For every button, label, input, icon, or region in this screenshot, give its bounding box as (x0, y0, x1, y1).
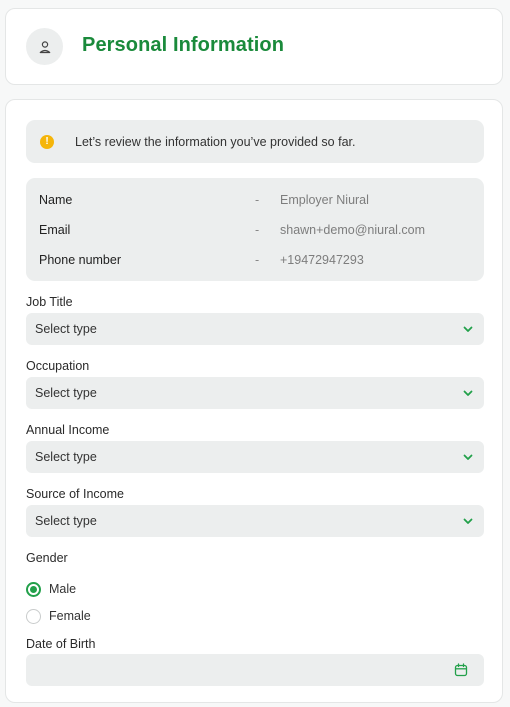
summary-row-email: Email - shawn+demo@niural.com (39, 223, 479, 239)
job-title-label: Job Title (26, 295, 73, 309)
radio-label: Female (49, 609, 91, 623)
page-title: Personal Information (82, 34, 285, 56)
summary-separator: - (255, 193, 260, 207)
select-value: Select type (35, 322, 97, 336)
user-icon (39, 40, 50, 53)
summary-value: +19472947293 (280, 253, 364, 267)
chevron-down-icon (463, 454, 473, 460)
chevron-down-icon (463, 326, 473, 332)
occupation-select[interactable]: Select type (26, 377, 484, 409)
source-of-income-select[interactable]: Select type (26, 505, 484, 537)
summary-value: Employer Niural (280, 193, 369, 207)
calendar-icon[interactable] (454, 663, 468, 677)
annual-income-label: Annual Income (26, 423, 110, 437)
radio-male[interactable] (26, 581, 41, 597)
summary-row-phone: Phone number - +19472947293 (39, 253, 479, 269)
gender-option-female[interactable]: Female (26, 607, 91, 625)
summary-value: shawn+demo@niural.com (280, 223, 426, 237)
summary-label: Email (39, 223, 71, 237)
summary-row-name: Name - Employer Niural (39, 193, 479, 209)
chevron-down-icon (463, 518, 473, 524)
job-title-select[interactable]: Select type (26, 313, 484, 345)
chevron-down-icon (463, 390, 473, 396)
summary-label: Phone number (39, 253, 122, 267)
select-value: Select type (35, 386, 97, 400)
date-of-birth-label: Date of Birth (26, 637, 96, 651)
occupation-label: Occupation (26, 359, 90, 373)
annual-income-select[interactable]: Select type (26, 441, 484, 473)
gender-option-male[interactable]: Male (26, 580, 76, 598)
info-summary: Name - Employer Niural Email - shawn+dem… (26, 178, 484, 281)
select-value: Select type (35, 450, 97, 464)
summary-separator: - (255, 253, 260, 267)
gender-label: Gender (26, 551, 68, 565)
avatar (26, 28, 63, 65)
date-of-birth-input[interactable] (26, 654, 484, 686)
select-value: Select type (35, 514, 97, 528)
summary-separator: - (255, 223, 260, 237)
header-card: Personal Information (5, 8, 503, 85)
review-notice: ! Let’s review the information you’ve pr… (26, 120, 484, 163)
personal-info-form: ! Let’s review the information you’ve pr… (5, 99, 503, 703)
info-icon: ! (40, 134, 54, 149)
source-of-income-label: Source of Income (26, 487, 124, 501)
notice-text: Let’s review the information you’ve prov… (75, 134, 356, 149)
radio-female[interactable] (26, 608, 41, 624)
radio-label: Male (49, 582, 77, 596)
summary-label: Name (39, 193, 73, 207)
